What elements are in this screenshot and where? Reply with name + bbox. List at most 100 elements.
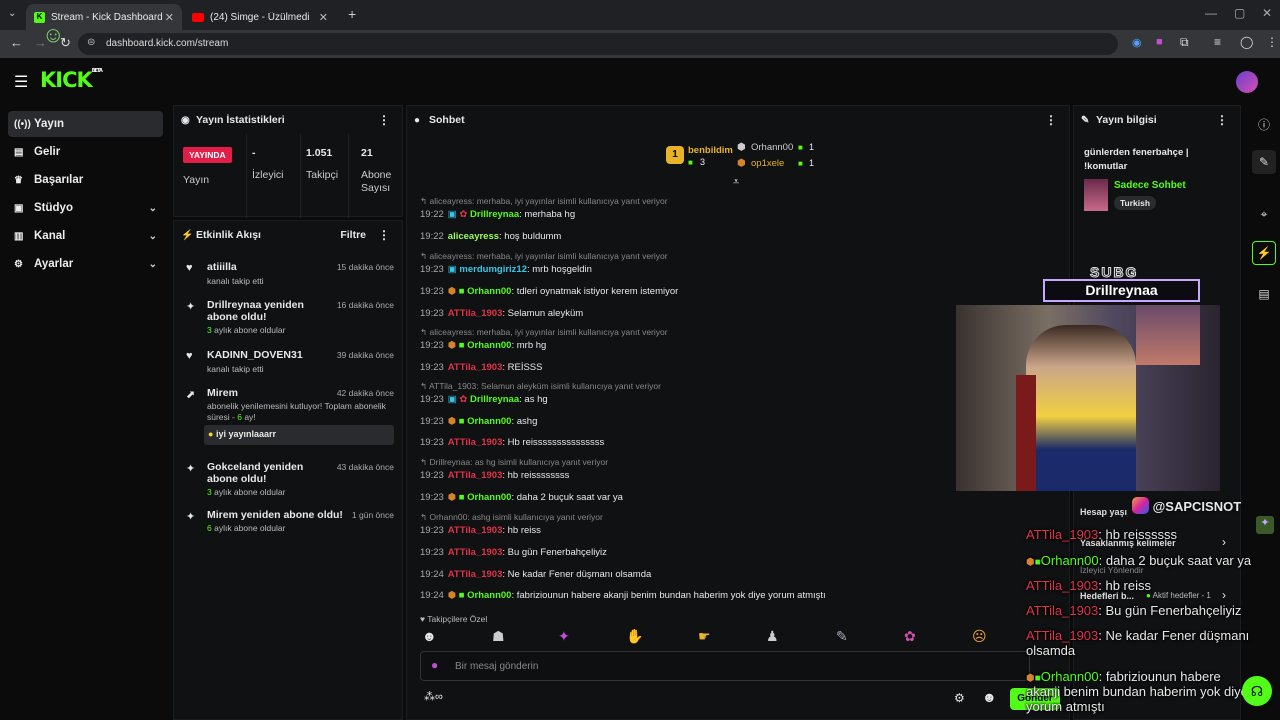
rank-badge: 1	[666, 146, 684, 164]
msg-user[interactable]: Orhann00	[467, 286, 511, 297]
chevron-down-icon[interactable]: ⌄	[149, 259, 157, 270]
emote-picker-icon[interactable]: ☻	[982, 689, 997, 705]
msg-user[interactable]: ATTila_1903	[448, 470, 503, 481]
reply-context: ↰ Orhann00: ashg isimli kullanıcıya yanı…	[420, 512, 603, 522]
msg-user[interactable]: ATTila_1903	[448, 525, 503, 536]
url-field[interactable]: ⊜ dashboard.kick.com/stream	[78, 33, 1118, 55]
emote-icon[interactable]: ☹	[972, 628, 987, 645]
msg-user[interactable]: ATTila_1903	[448, 547, 503, 558]
emote-icon[interactable]: ✎	[836, 628, 848, 645]
event-sub: kanalı takip etti	[207, 364, 264, 374]
chat-message: 19:23 ATTila_1903: Bu gün Fenerbahçeliyiz	[420, 547, 607, 558]
msg-user[interactable]: Drillreynaa	[470, 209, 519, 220]
media-control-icon[interactable]: ≡	[1214, 35, 1221, 49]
msg-user[interactable]: aliceayress	[448, 231, 499, 242]
sidebar-item-yayin[interactable]: ((•)) Yayın	[8, 111, 163, 137]
msg-user[interactable]: Orhann00	[467, 590, 511, 601]
broadcast-icon: ((•))	[14, 118, 31, 130]
info-icon[interactable]: ⓘ	[1252, 112, 1276, 136]
stream-title[interactable]: günlerden fenerbahçe | !komutlar	[1084, 146, 1224, 174]
emote-icon[interactable]: ☛	[698, 628, 711, 645]
profile-icon[interactable]: ◯	[1240, 35, 1253, 49]
instagram-handle: @SAPCISNOT	[1132, 497, 1241, 514]
overlay-text: : hb reissssss	[1098, 527, 1178, 542]
chevron-right-icon[interactable]: ›	[1222, 535, 1226, 549]
category-name[interactable]: Sadece Sohbet	[1114, 180, 1186, 191]
edit-icon[interactable]: ✎	[1252, 150, 1276, 174]
more-options-icon[interactable]: ⋮	[1045, 113, 1057, 127]
maximize-icon[interactable]: ▢	[1234, 6, 1245, 20]
list-icon[interactable]: ▤	[1252, 282, 1276, 306]
help-chat-icon[interactable]: ☊	[1242, 676, 1272, 706]
more-options-icon[interactable]: ⋮	[378, 228, 390, 242]
extensions-puzzle-icon[interactable]: ⧉	[1180, 35, 1189, 50]
expand-leaderboard-icon[interactable]: ⩡	[733, 176, 739, 189]
more-options-icon[interactable]: ⋮	[378, 113, 390, 127]
back-icon[interactable]: ←	[10, 35, 23, 50]
msg-user[interactable]: merdumgiriz12	[459, 264, 527, 275]
overlay-widget-icon[interactable]: ✦	[1256, 516, 1274, 534]
hamburger-menu-icon[interactable]: ☰	[14, 72, 28, 92]
sidebar-item-label: Başarılar	[34, 174, 84, 186]
chevron-down-icon[interactable]: ⌄	[149, 231, 157, 242]
msg-user[interactable]: Orhann00	[467, 492, 511, 503]
emote-icon[interactable]: ♟	[766, 628, 779, 645]
close-window-icon[interactable]: ✕	[1262, 6, 1272, 20]
chevron-right-icon[interactable]: ›	[1222, 588, 1226, 602]
site-info-icon[interactable]: ⊜	[87, 37, 95, 48]
overlay-text: : Bu gün Fenerbahçeliyiz	[1098, 603, 1242, 618]
mic-icon[interactable]: ●	[431, 658, 438, 672]
browser-tab-youtube[interactable]: (24) Simge - Üzülmedin mi ✕	[184, 4, 336, 30]
browser-tab-title: (24) Simge - Üzülmedin mi	[210, 11, 310, 23]
close-tab-icon[interactable]: ✕	[165, 11, 174, 24]
instagram-text: @SAPCISNOT	[1152, 499, 1242, 514]
heart-icon: ♥	[186, 262, 193, 274]
extension-icon[interactable]: ◉	[1132, 36, 1142, 49]
lightning-icon[interactable]: ⚡	[1252, 241, 1276, 265]
sidebar-item-basarilar[interactable]: ♛ Başarılar	[8, 167, 163, 193]
event-name: Gokceland yeniden abone oldu!	[207, 461, 304, 485]
chat-settings-icon[interactable]: ⚙	[954, 691, 965, 705]
chevron-down-icon[interactable]: ⌄	[149, 203, 157, 214]
heart-icon: ♥	[186, 350, 193, 362]
capture-icon[interactable]: ⌖	[1252, 202, 1276, 226]
badge-icon: ⬢	[447, 492, 457, 503]
sidebar-item-studyo[interactable]: ▣ Stüdyo ⌄	[8, 195, 163, 221]
msg-user[interactable]: Orhann00	[467, 340, 511, 351]
leader-name: benbildim	[688, 145, 733, 156]
new-tab-icon[interactable]: +	[348, 6, 356, 22]
tab-search-icon[interactable]: ⌄	[8, 8, 16, 19]
chat-message: 19:23 ATTila_1903: hb reiss	[420, 525, 541, 536]
kick-logo[interactable]: KICKBETA	[40, 68, 103, 92]
emote-icon[interactable]: ☻	[422, 628, 437, 644]
chat-input-placeholder: Bir mesaj gönderin	[455, 661, 539, 672]
close-tab-icon[interactable]: ✕	[319, 11, 328, 24]
filter-button[interactable]: Filtre	[340, 229, 366, 241]
msg-user[interactable]: Drillreynaa	[470, 394, 519, 405]
msg-user[interactable]: ATTila_1903	[448, 569, 503, 580]
tag-chip[interactable]: Turkish	[1114, 196, 1157, 210]
msg-user[interactable]: ATTila_1903	[448, 437, 503, 448]
stat-value: 21	[361, 147, 373, 159]
more-options-icon[interactable]: ⋮	[1216, 113, 1228, 127]
emote-icon[interactable]: ✿	[904, 628, 916, 645]
chat-message: 19:23 ⬢ ■ Orhann00: daha 2 buçuk saat var…	[420, 492, 623, 503]
chat-input[interactable]: ● Bir mesaj gönderin	[420, 651, 1030, 681]
msg-user[interactable]: Orhann00	[467, 416, 511, 427]
reload-icon[interactable]: ↻	[60, 35, 71, 51]
browser-menu-icon[interactable]: ⋮	[1266, 35, 1278, 49]
emote-icon[interactable]: ✦	[558, 628, 570, 645]
extension-icon[interactable]: ■	[1156, 36, 1163, 48]
msg-user[interactable]: ATTila_1903	[448, 362, 503, 373]
emote-icon[interactable]: ✋	[626, 628, 643, 645]
minimize-icon[interactable]: —	[1205, 6, 1217, 20]
sidebar-item-ayarlar[interactable]: ⚙ Ayarlar ⌄	[8, 251, 163, 277]
msg-text: : mrb hoşgeldin	[526, 264, 592, 275]
sidebar-item-gelir[interactable]: ▤ Gelir	[8, 139, 163, 165]
avatar[interactable]	[1236, 71, 1258, 93]
emote-icon[interactable]: ☗	[492, 628, 505, 645]
event-time: 43 dakika önce	[336, 462, 394, 472]
points-icon[interactable]: ⁂∞	[424, 690, 443, 703]
msg-user[interactable]: ATTila_1903	[448, 308, 503, 319]
sidebar-item-kanal[interactable]: ▥ Kanal ⌄	[8, 223, 163, 249]
